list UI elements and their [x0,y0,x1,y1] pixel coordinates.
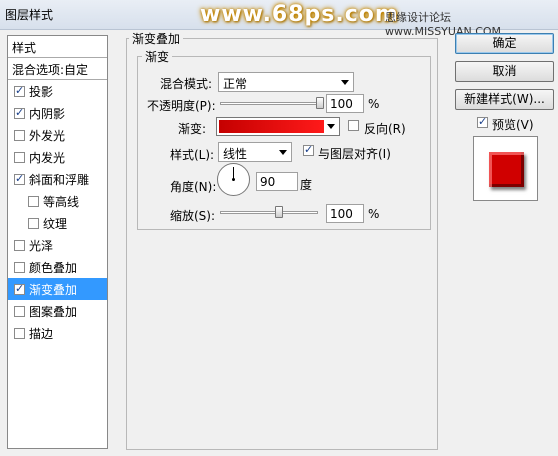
blending-options-item[interactable]: 混合选项:自定 [8,58,107,80]
style-item[interactable]: 图案叠加 [8,300,107,322]
scale-percent: % [368,207,380,221]
styles-header[interactable]: 样式 [8,36,107,58]
style-item-label: 斜面和浮雕 [29,172,90,187]
gradient-label: 渐变: [178,122,207,136]
opacity-percent: % [368,97,380,111]
scale-slider-thumb[interactable] [274,206,283,218]
cancel-button[interactable]: 取消 [455,61,554,82]
style-item-checkbox[interactable] [28,195,39,207]
opacity-slider-thumb[interactable] [316,97,324,109]
style-item-checkbox[interactable] [14,327,25,339]
style-item-checkbox[interactable] [28,217,39,229]
scale-label: 缩放(S): [170,209,216,223]
angle-dial[interactable] [217,163,250,196]
subgroup-title: 渐变 [142,48,173,65]
preview-checkbox[interactable] [477,115,488,128]
watermark: www.68ps.com [200,2,399,27]
ok-button[interactable]: 确定 [455,33,554,54]
style-item[interactable]: 颜色叠加 [8,256,107,278]
scale-input[interactable]: 100 [326,204,364,223]
style-label: 样式(L): [170,148,215,162]
style-item-checkbox[interactable] [14,129,25,141]
angle-input[interactable]: 90 [256,172,298,191]
window-title: 图层样式 [5,8,54,22]
style-item[interactable]: 描边 [8,322,107,344]
style-value: 线性 [223,147,248,161]
style-item-label: 等高线 [43,194,80,209]
style-item[interactable]: 纹理 [8,212,107,234]
reverse-label[interactable]: 反向(R) [364,120,406,137]
preview-swatch [489,152,524,187]
style-item-label: 内发光 [29,150,66,165]
style-item[interactable]: 投影 [8,80,107,102]
group-title: 渐变叠加 [129,30,184,47]
gradient-preview[interactable] [219,120,324,133]
style-item-checkbox[interactable] [14,84,25,97]
preview-label[interactable]: 预览(V) [492,116,534,133]
angle-center-dot [232,178,235,181]
style-item-checkbox[interactable] [14,239,25,251]
style-select[interactable]: 线性 [218,142,292,162]
style-item-checkbox[interactable] [14,305,25,317]
style-item-label: 光泽 [29,238,54,253]
gradient-picker[interactable] [216,117,340,136]
chevron-down-icon[interactable] [327,124,335,129]
style-item-label: 渐变叠加 [29,282,78,297]
chevron-down-icon [341,80,349,85]
style-item-checkbox[interactable] [14,172,25,185]
new-style-button[interactable]: 新建样式(W)... [455,89,554,110]
style-item-label: 投影 [29,84,54,99]
opacity-slider-track[interactable] [220,102,320,105]
style-item-checkbox[interactable] [14,106,25,119]
style-item-label: 描边 [29,326,54,341]
align-with-layer-label[interactable]: 与图层对齐(I) [318,145,391,162]
style-item[interactable]: 外发光 [8,124,107,146]
style-item[interactable]: 渐变叠加 [8,278,107,300]
opacity-input[interactable]: 100 [326,94,364,113]
style-item-label: 图案叠加 [29,304,78,319]
scale-slider-track[interactable] [220,211,318,214]
style-item[interactable]: 内阴影 [8,102,107,124]
style-item-label: 内阴影 [29,106,66,121]
opacity-label: 不透明度(P): [147,99,216,113]
style-item[interactable]: 内发光 [8,146,107,168]
style-item-label: 纹理 [43,216,68,231]
style-item-checkbox[interactable] [14,282,25,295]
style-preview-thumbnail [473,136,538,201]
style-item-label: 外发光 [29,128,66,143]
blend-mode-value: 正常 [223,77,248,91]
style-item-checkbox[interactable] [14,261,25,273]
reverse-checkbox[interactable] [348,120,359,131]
align-with-layer-checkbox[interactable] [303,143,314,156]
style-item[interactable]: 斜面和浮雕 [8,168,107,190]
styles-list-panel: 样式 混合选项:自定 投影内阴影外发光内发光斜面和浮雕等高线纹理光泽颜色叠加渐变… [7,35,108,449]
style-item-checkbox[interactable] [14,151,25,163]
blend-mode-select[interactable]: 正常 [218,72,354,92]
chevron-down-icon [279,150,287,155]
style-item[interactable]: 光泽 [8,234,107,256]
title-bar: 图层样式 www.68ps.com 思缘设计论坛 www.MISSYUAN.CO… [0,0,558,38]
angle-label: 角度(N): [170,180,217,194]
angle-unit: 度 [300,178,313,192]
style-item-label: 颜色叠加 [29,260,78,275]
blend-mode-label: 混合模式: [160,77,213,91]
style-item[interactable]: 等高线 [8,190,107,212]
